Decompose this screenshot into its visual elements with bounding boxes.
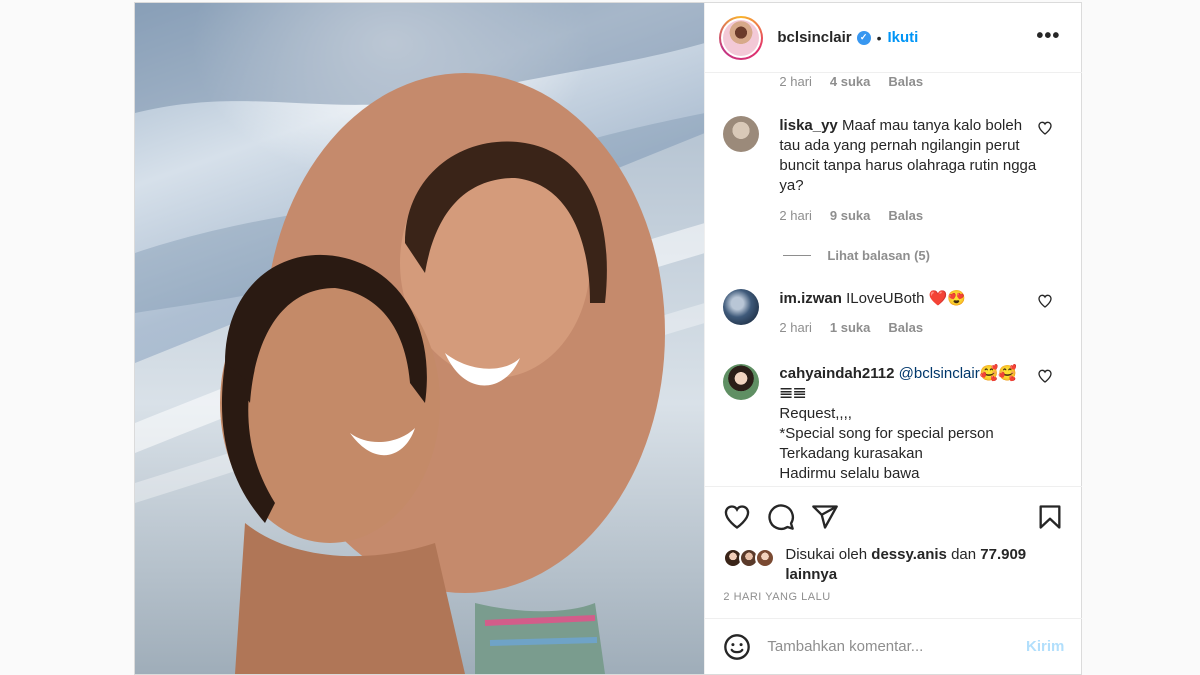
beach-selfie-photo xyxy=(135,3,705,674)
comment-likes[interactable]: 4 suka xyxy=(830,74,870,89)
commenter-avatar[interactable] xyxy=(723,289,760,325)
comment-time: 2 hari xyxy=(779,320,812,335)
follow-button[interactable]: Ikuti xyxy=(888,29,919,46)
heart-icon[interactable] xyxy=(723,503,751,531)
add-comment-bar: Kirim xyxy=(705,618,1083,674)
comment-likes[interactable]: 1 suka xyxy=(830,320,870,335)
author-avatar-image xyxy=(723,19,760,56)
reply-button[interactable]: Balas xyxy=(888,320,923,335)
comment-like-heart-icon[interactable] xyxy=(1037,368,1053,384)
commenter-avatar[interactable] xyxy=(723,116,760,152)
author-username[interactable]: bclsinclair xyxy=(777,29,851,46)
comment-text-line: Hadirmu selalu bawa xyxy=(779,465,920,482)
comment-likes[interactable]: 9 suka xyxy=(830,208,870,223)
comment-mention[interactable]: @bclsinclair xyxy=(899,365,980,382)
commenter-username[interactable]: im.izwan xyxy=(779,290,842,307)
comment-text-line: 𝌆𝌆 xyxy=(779,385,807,402)
comment-time: 2 hari xyxy=(779,208,812,223)
liked-by: Disukai oleh dessy.anis dan 77.909 lainn… xyxy=(723,545,1060,585)
comments-list[interactable]: 2 hari 4 suka Balas liska_yy Maaf mau ta… xyxy=(705,74,1082,486)
post-header: bclsinclair ✓ • Ikuti ••• xyxy=(705,3,1083,73)
liked-count[interactable]: 77.909 xyxy=(980,546,1026,563)
comment-item: cahyaindah2112 @bclsinclair🥰🥰 𝌆𝌆 Request… xyxy=(723,364,1068,484)
reply-button[interactable]: Balas xyxy=(888,208,923,223)
liked-prefix: Disukai oleh xyxy=(785,546,868,563)
post-side-panel: bclsinclair ✓ • Ikuti ••• 2 hari 4 suka … xyxy=(704,3,1083,674)
post-dialog: bclsinclair ✓ • Ikuti ••• 2 hari 4 suka … xyxy=(134,2,1083,675)
comment-item: liska_yy Maaf mau tanya kalo boleh tau a… xyxy=(723,116,1068,196)
view-replies-button[interactable]: Lihat balasan (5) xyxy=(783,248,930,263)
commenter-username[interactable]: cahyaindah2112 xyxy=(779,365,894,382)
send-comment-button[interactable]: Kirim xyxy=(1026,638,1064,655)
more-options-icon[interactable]: ••• xyxy=(1036,25,1060,48)
author-avatar[interactable] xyxy=(719,15,764,60)
liked-suffix[interactable]: lainnya xyxy=(785,566,837,583)
comment-text: ILoveUBoth ❤️😍 xyxy=(846,290,966,307)
likes-summary[interactable]: Disukai oleh dessy.anis dan 77.909 lainn… xyxy=(785,545,1060,585)
liked-user[interactable]: dessy.anis xyxy=(871,546,947,563)
commenter-username[interactable]: liska_yy xyxy=(779,117,837,134)
liked-and: dan xyxy=(951,546,977,563)
comment-meta-previous: 2 hari 4 suka Balas xyxy=(779,74,923,89)
post-actions: Disukai oleh dessy.anis dan 77.909 lainn… xyxy=(705,486,1083,618)
view-replies-label: Lihat balasan (5) xyxy=(827,248,930,263)
comment-input[interactable] xyxy=(767,638,1008,655)
page-background: bclsinclair ✓ • Ikuti ••• 2 hari 4 suka … xyxy=(0,0,1200,675)
comment-icon[interactable] xyxy=(767,503,795,531)
post-timestamp[interactable]: 2 HARI YANG LALU xyxy=(723,591,830,603)
reply-button[interactable]: Balas xyxy=(888,74,923,89)
comment-meta: 2 hari 9 suka Balas xyxy=(779,208,923,223)
emoji-icon[interactable] xyxy=(723,633,751,661)
comment-meta: 2 hari 1 suka Balas xyxy=(779,320,923,335)
comment-text-line: *Special song for special person xyxy=(779,425,994,442)
comment-emoji: 🥰🥰 xyxy=(979,365,1018,382)
post-photo[interactable] xyxy=(135,3,705,674)
comment-text-line: Request,,,, xyxy=(779,405,852,422)
liker-avatar[interactable] xyxy=(755,548,776,568)
send-icon[interactable] xyxy=(811,503,839,531)
comment-like-heart-icon[interactable] xyxy=(1037,293,1053,309)
comment-time: 2 hari xyxy=(779,74,812,89)
liker-avatars xyxy=(723,545,781,571)
comment-text-line: Terkadang kurasakan xyxy=(779,445,923,462)
header-separator: • xyxy=(876,29,882,46)
comment-like-heart-icon[interactable] xyxy=(1037,120,1053,136)
verified-badge-icon: ✓ xyxy=(856,30,871,45)
bookmark-icon[interactable] xyxy=(1036,503,1064,531)
view-replies-line xyxy=(783,255,812,256)
commenter-avatar[interactable] xyxy=(723,364,760,400)
